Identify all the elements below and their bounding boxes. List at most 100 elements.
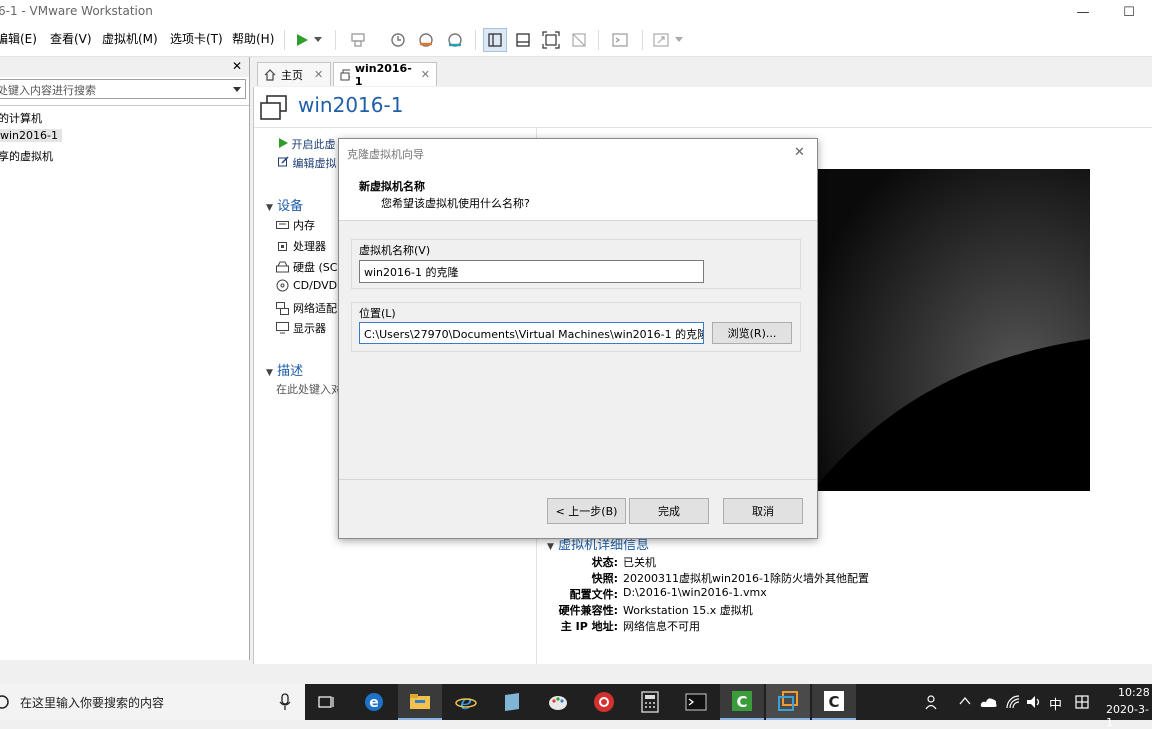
taskbar-search-box[interactable]: 在这里输入你要搜索的内容: [0, 684, 305, 720]
vmware-icon[interactable]: [766, 684, 810, 720]
library-view-icon[interactable]: [483, 28, 507, 52]
device-network-adapter[interactable]: 网络适配: [276, 300, 337, 316]
menu-vm[interactable]: 虚拟机(M): [102, 30, 158, 47]
show-hidden-icons-icon[interactable]: [959, 696, 971, 706]
device-processor-label: 处理器: [293, 240, 326, 253]
tab-home-close-icon[interactable]: ✕: [314, 68, 323, 81]
unity-icon[interactable]: [567, 28, 591, 52]
title-divider: [254, 127, 1152, 128]
vm-screen-preview[interactable]: [812, 169, 1090, 491]
device-hard-disk[interactable]: 硬盘 (SC: [276, 259, 337, 275]
app-icon[interactable]: [490, 684, 534, 720]
console-view-icon[interactable]: [608, 28, 632, 52]
tab-home[interactable]: 主页 ✕: [257, 62, 331, 86]
thumbnail-bar-icon[interactable]: [511, 28, 535, 52]
maximize-button[interactable]: ☐: [1106, 0, 1152, 24]
microphone-icon[interactable]: [279, 693, 291, 711]
onedrive-icon[interactable]: [980, 695, 998, 709]
library-search-input[interactable]: 处键入内容进行搜索: [0, 79, 246, 99]
device-network-label: 网络适配: [293, 302, 337, 315]
browse-button[interactable]: 浏览(R)...: [712, 322, 792, 344]
device-cd-dvd[interactable]: CD/DVD: [276, 279, 337, 292]
description-placeholder[interactable]: 在此处键入对: [276, 381, 342, 397]
task-view-icon[interactable]: [305, 684, 349, 720]
camtasia-recorder-icon[interactable]: C: [812, 684, 856, 720]
stretch-guest-icon[interactable]: [649, 28, 673, 52]
windows-taskbar: 在这里输入你要搜索的内容 e e C C 中 10:28 2020-3-1: [0, 684, 1152, 729]
edit-settings-link[interactable]: 编辑虚拟: [278, 155, 337, 171]
internet-explorer-icon[interactable]: e: [444, 684, 488, 720]
device-display[interactable]: 显示器: [276, 320, 326, 336]
minimize-button[interactable]: —: [1060, 0, 1106, 24]
svg-text:C: C: [828, 693, 839, 711]
music-app-icon[interactable]: [582, 684, 626, 720]
terminal-icon[interactable]: [674, 684, 718, 720]
svg-text:C: C: [736, 693, 747, 711]
taskbar-search-placeholder: 在这里输入你要搜索的内容: [20, 696, 165, 710]
vm-large-icon: [260, 95, 287, 120]
library-divider: [0, 105, 249, 106]
detail-compat-label: 硬件兼容性:: [558, 604, 618, 617]
toolbar-divider: [335, 30, 336, 50]
clock-time[interactable]: 10:28: [1118, 686, 1150, 699]
full-screen-icon[interactable]: [539, 28, 563, 52]
edit-settings-label: 编辑虚拟: [292, 157, 337, 170]
cancel-button[interactable]: 取消: [723, 498, 803, 524]
tab-home-label: 主页: [281, 68, 303, 82]
detail-snapshot-label: 快照:: [591, 572, 618, 585]
location-input[interactable]: C:\Users\27970\Documents\Virtual Machine…: [359, 322, 704, 344]
search-dropdown-icon[interactable]: [233, 87, 241, 93]
revert-snapshot-icon[interactable]: [414, 28, 438, 52]
tree-item-win2016-1[interactable]: win2016-1: [0, 129, 62, 142]
collapse-arrow-icon: ▼: [547, 542, 554, 552]
clock-date[interactable]: 2020-3-1: [1106, 703, 1152, 729]
stretch-dropdown-icon[interactable]: [672, 28, 686, 52]
menu-edit[interactable]: 编辑(E): [0, 30, 37, 47]
calculator-icon[interactable]: [628, 684, 672, 720]
dialog-header: 新虚拟机名称 您希望该虚拟机使用什么名称?: [339, 168, 817, 221]
wifi-icon[interactable]: [1005, 694, 1021, 710]
menu-view[interactable]: 查看(V): [50, 30, 92, 47]
power-on-label: 开启此虚: [291, 138, 336, 151]
menu-toolbar: 编辑(E) 查看(V) 虚拟机(M) 选项卡(T) 帮助(H): [0, 24, 1152, 57]
paint-icon[interactable]: [536, 684, 580, 720]
hard-disk-icon: [276, 261, 289, 273]
send-keys-icon[interactable]: [346, 28, 370, 52]
dialog-close-icon[interactable]: ✕: [794, 145, 805, 160]
people-icon[interactable]: [925, 694, 941, 710]
vm-icon: [340, 69, 350, 80]
details-header-label: 虚拟机详细信息: [558, 538, 650, 553]
camtasia-icon[interactable]: C: [720, 684, 764, 720]
tree-item-my-computer[interactable]: 的计算机: [0, 110, 42, 126]
tab-win2016-1-close-icon[interactable]: ✕: [421, 68, 430, 81]
menu-tabs[interactable]: 选项卡(T): [170, 30, 223, 47]
devices-section-header[interactable]: ▼ 设备: [266, 195, 303, 214]
library-close-icon[interactable]: ✕: [232, 59, 242, 73]
device-hard-disk-label: 硬盘 (SC: [293, 261, 338, 274]
collapse-arrow-icon: ▼: [266, 368, 273, 378]
menu-help[interactable]: 帮助(H): [232, 30, 274, 47]
tree-item-shared-vms[interactable]: 享的虚拟机: [0, 148, 53, 164]
ime-mode-icon[interactable]: [1074, 694, 1090, 710]
volume-icon[interactable]: [1026, 694, 1042, 710]
description-section-header[interactable]: ▼ 描述: [266, 360, 303, 379]
display-icon: [276, 322, 289, 334]
power-dropdown-icon[interactable]: [311, 28, 325, 52]
title-bar: 6-1 - VMware Workstation — ☐: [0, 0, 1152, 24]
power-on-link[interactable]: 开启此虚: [278, 136, 336, 152]
back-button[interactable]: < 上一步(B): [547, 498, 626, 524]
file-explorer-icon[interactable]: [398, 684, 442, 720]
play-icon: [279, 138, 288, 148]
finish-button[interactable]: 完成: [629, 498, 709, 524]
location-label: 位置(L): [359, 307, 396, 320]
library-header: ✕: [0, 57, 249, 77]
edge-icon[interactable]: e: [352, 684, 396, 720]
snapshot-manager-icon[interactable]: [443, 28, 467, 52]
snapshot-icon[interactable]: [386, 28, 410, 52]
vm-name-input[interactable]: win2016-1 的克隆: [359, 260, 704, 283]
device-memory[interactable]: 内存: [276, 217, 315, 233]
tab-win2016-1[interactable]: win2016-1 ✕: [333, 62, 437, 88]
device-processor[interactable]: 处理器: [276, 238, 326, 254]
ime-indicator[interactable]: 中: [1049, 694, 1062, 713]
edit-icon: [278, 156, 289, 167]
